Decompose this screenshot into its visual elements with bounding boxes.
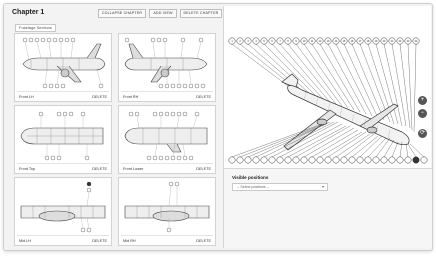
collapse-chapter-button[interactable]: COLLAPSE CHAPTER [98, 9, 146, 18]
delete-view-button[interactable]: DELETE [92, 167, 107, 171]
card-divider [17, 163, 109, 164]
add-view-button[interactable]: ADD VIEW [149, 9, 177, 18]
aircraft-diagram[interactable]: 1 2 3 4 5 6 7 8 9 10 11 12 13 14 15 16 17 18 19 20 21 22 23 24 [226, 34, 430, 168]
view-card[interactable]: Front LH DELETE [14, 33, 112, 102]
view-thumbnail[interactable] [121, 108, 213, 164]
positions-select-value: -- Select positions -- [237, 185, 269, 189]
card-divider [121, 163, 213, 164]
view-thumbnail[interactable] [17, 180, 109, 236]
app-window: Chapter 1 COLLAPSE CHAPTER ADD VIEW DELE… [3, 3, 433, 251]
chapter-title: Chapter 1 [12, 9, 45, 16]
view-thumbnail[interactable] [121, 36, 213, 92]
card-label: Front LH [19, 95, 34, 99]
view-card[interactable]: Front Lower DELETE [118, 105, 216, 174]
rotate-button[interactable]: ⟳ [418, 129, 427, 138]
view-thumbnail[interactable] [17, 36, 109, 92]
delete-view-button[interactable]: DELETE [92, 239, 107, 243]
card-divider [121, 235, 213, 236]
delete-chapter-button[interactable]: DELETE CHAPTER [180, 9, 222, 18]
view-card[interactable]: Mid LH DELETE [14, 177, 112, 246]
view-thumbnail[interactable] [17, 108, 109, 164]
visible-positions-panel: Visible positions -- Select positions --… [224, 168, 432, 248]
zoom-in-button[interactable]: + [418, 96, 427, 105]
view-card[interactable]: Mid RH DELETE [118, 177, 216, 246]
card-label: Mid RH [123, 239, 136, 243]
card-label: Mid LH [19, 239, 32, 243]
delete-view-button[interactable]: DELETE [92, 95, 107, 99]
delete-view-button[interactable]: DELETE [196, 167, 211, 171]
chapter-panel: Chapter 1 COLLAPSE CHAPTER ADD VIEW DELE… [8, 6, 222, 248]
delete-view-button[interactable]: DELETE [196, 239, 211, 243]
view-card[interactable]: Front RH DELETE [118, 33, 216, 102]
view-card[interactable]: Front Top DELETE [14, 105, 112, 174]
card-divider [17, 91, 109, 92]
card-divider [121, 91, 213, 92]
card-label: Front RH [123, 95, 139, 99]
card-label: Front Lower [123, 167, 144, 171]
viewer-panel: 1 2 3 4 5 6 7 8 9 10 11 12 13 14 15 16 17 18 19 20 21 22 23 24 [223, 6, 432, 248]
delete-view-button[interactable]: DELETE [196, 95, 211, 99]
card-label: Front Top [19, 167, 35, 171]
visible-positions-title: Visible positions [232, 175, 269, 180]
view-thumbnail[interactable] [121, 180, 213, 236]
zoom-out-button[interactable]: − [418, 109, 427, 118]
group-label: Fuselage Sections [15, 24, 56, 32]
chevron-down-icon: ▾ [321, 184, 324, 189]
positions-select[interactable]: -- Select positions -- ▾ [232, 183, 328, 191]
card-divider [17, 235, 109, 236]
